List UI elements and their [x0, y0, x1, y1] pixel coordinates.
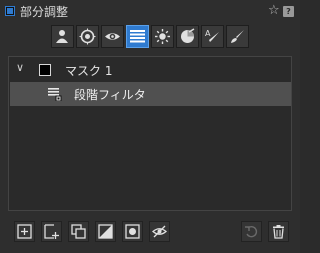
circle-mask-button[interactable]: [122, 221, 143, 242]
undo-icon: [245, 225, 258, 238]
color-wheel-icon: [181, 28, 195, 43]
sun-tool-button[interactable]: [151, 25, 174, 48]
gradient-filter-icon: [130, 30, 145, 43]
duplicate-button[interactable]: [68, 221, 89, 242]
bottom-toolbar-left: [14, 221, 170, 242]
invert-icon: [98, 224, 113, 239]
panel-title: 部分調整: [20, 5, 69, 19]
add-icon: [17, 224, 32, 239]
gradient-filter-row[interactable]: 段階フィルタ: [10, 82, 291, 106]
adjustment-list: ∨ マスク 1 段階フィルタ: [8, 56, 292, 211]
gradient-filter-tool-button[interactable]: [126, 25, 149, 48]
person-tool-button[interactable]: [51, 25, 74, 48]
brush-icon: [231, 30, 244, 43]
text-brush-tool-button[interactable]: A: [201, 25, 224, 48]
target-tool-button[interactable]: [76, 25, 99, 48]
mask-swatch-icon: [39, 64, 51, 76]
person-icon: [56, 30, 68, 43]
filter-label: 段階フィルタ: [74, 88, 146, 102]
circle-mask-icon: [125, 224, 140, 239]
trash-icon: [273, 225, 284, 239]
eye-icon: [105, 33, 120, 40]
hide-button[interactable]: [149, 221, 170, 242]
adjustment-toolbar: A: [51, 25, 249, 48]
mask-row[interactable]: ∨ マスク 1: [9, 57, 291, 81]
eye-tool-button[interactable]: [101, 25, 124, 48]
panel-header: 部分調整 ☆ ?: [0, 0, 300, 22]
duplicate-icon: [71, 224, 86, 239]
mask-label: マスク 1: [65, 64, 113, 78]
color-tool-button[interactable]: [176, 25, 199, 48]
bottom-toolbar-right: [241, 221, 289, 242]
add-layer-button[interactable]: [41, 221, 62, 242]
invert-button[interactable]: [95, 221, 116, 242]
gradient-filter-icon: [48, 88, 62, 101]
panel-toggle-icon[interactable]: [5, 6, 15, 16]
local-adjustments-panel: 部分調整 ☆ ? A ∨ マスク 1 段階フィルタ: [0, 0, 300, 253]
add-layer-icon: [44, 224, 59, 239]
brush-tool-button[interactable]: [226, 25, 249, 48]
hidden-eye-icon: [152, 225, 167, 238]
target-icon: [79, 28, 96, 45]
star-icon[interactable]: ☆: [268, 3, 280, 18]
add-mask-button[interactable]: [14, 221, 35, 242]
delete-button[interactable]: [268, 221, 289, 242]
text-brush-icon: A: [205, 29, 219, 42]
chevron-down-icon[interactable]: ∨: [16, 61, 24, 74]
sun-icon: [155, 29, 170, 44]
svg-text:A: A: [205, 29, 211, 38]
undo-button[interactable]: [241, 221, 262, 242]
help-button[interactable]: ?: [283, 6, 294, 17]
